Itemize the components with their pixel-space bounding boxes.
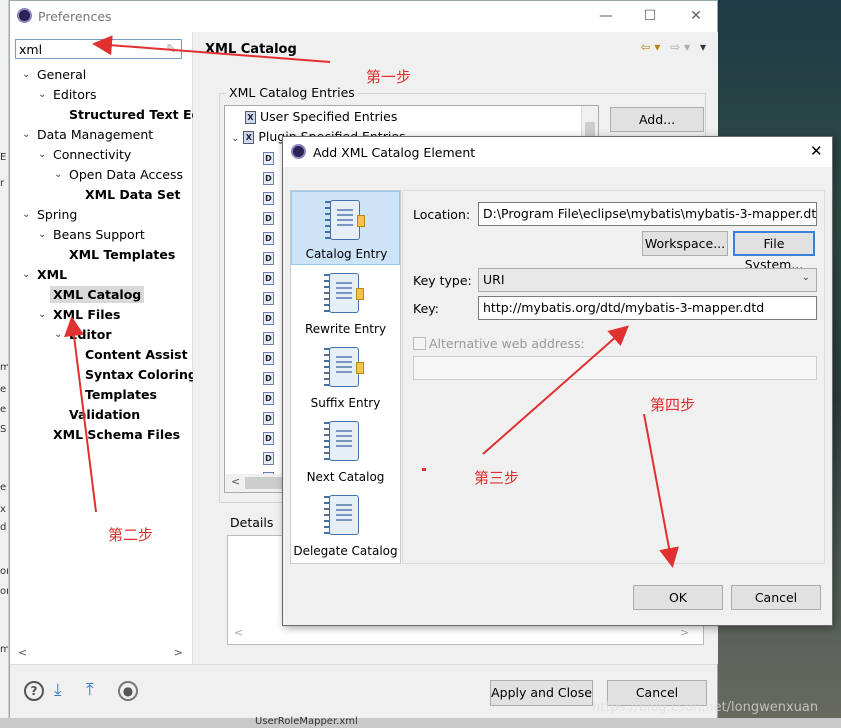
- arrow-step3: [482, 325, 630, 455]
- arrow-step1: [92, 35, 331, 63]
- arrow-step2: [64, 316, 97, 513]
- arrow-step4: [643, 413, 679, 568]
- annotation-arrows: [64, 35, 679, 568]
